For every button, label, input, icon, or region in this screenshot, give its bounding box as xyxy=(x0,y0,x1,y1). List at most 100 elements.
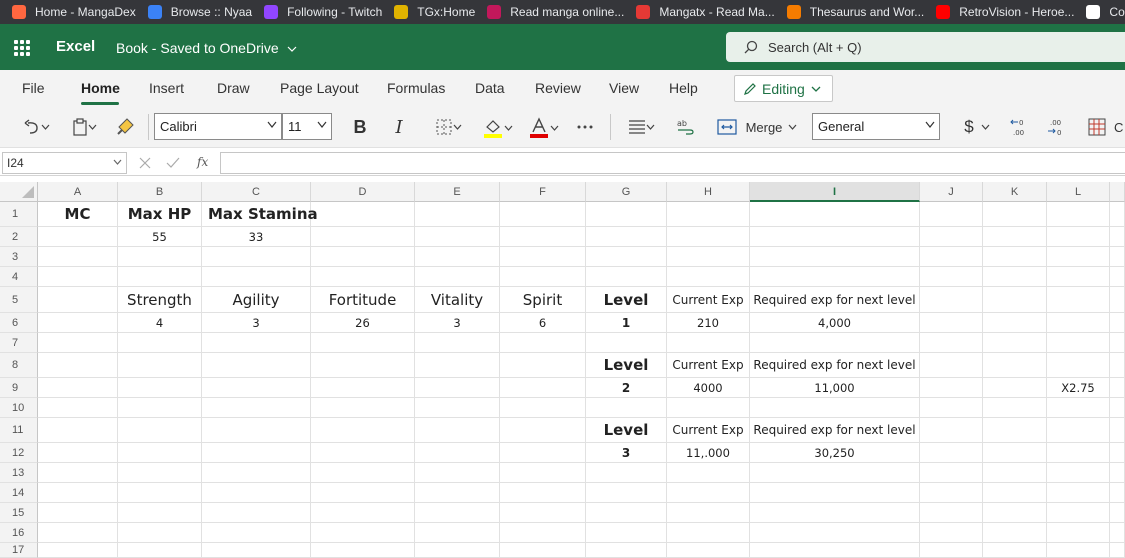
app-name[interactable]: Excel xyxy=(56,38,95,55)
cell-m5[interactable] xyxy=(1110,287,1125,313)
cell-i12[interactable]: 30,250 xyxy=(750,443,920,463)
cell-k15[interactable] xyxy=(983,503,1047,523)
cell-j7[interactable] xyxy=(920,333,983,353)
cell-j3[interactable] xyxy=(920,247,983,267)
cell-b7[interactable] xyxy=(118,333,202,353)
font-size-select[interactable]: 11 xyxy=(282,113,332,140)
cell-g11[interactable]: Level xyxy=(586,418,667,443)
cell-j1[interactable] xyxy=(920,202,983,227)
cell-e2[interactable] xyxy=(415,227,500,247)
cell-h8[interactable]: Current Exp xyxy=(667,353,750,378)
row-header-15[interactable]: 15 xyxy=(0,503,38,523)
cell-a9[interactable] xyxy=(38,378,118,398)
cell-h9[interactable]: 4000 xyxy=(667,378,750,398)
cell-i5[interactable]: Required exp for next level xyxy=(750,287,920,313)
italic-button[interactable]: I xyxy=(389,115,409,139)
cell-i13[interactable] xyxy=(750,463,920,483)
cell-h2[interactable] xyxy=(667,227,750,247)
cell-j16[interactable] xyxy=(920,523,983,543)
cell-k1[interactable] xyxy=(983,202,1047,227)
tab-insert[interactable]: Insert xyxy=(149,80,184,96)
cell-l9[interactable]: X2.75 xyxy=(1047,378,1110,398)
cell-d17[interactable] xyxy=(311,543,415,558)
row-header-7[interactable]: 7 xyxy=(0,333,38,353)
cell-e12[interactable] xyxy=(415,443,500,463)
cell-c15[interactable] xyxy=(202,503,311,523)
cell-l13[interactable] xyxy=(1047,463,1110,483)
cell-f10[interactable] xyxy=(500,398,586,418)
cell-m6[interactable] xyxy=(1110,313,1125,333)
cell-g1[interactable] xyxy=(586,202,667,227)
tab-draw[interactable]: Draw xyxy=(217,80,250,96)
row-header-17[interactable]: 17 xyxy=(0,543,38,558)
align-button[interactable] xyxy=(622,117,660,137)
bookmark-item[interactable]: Con xyxy=(1086,5,1125,19)
row-header-6[interactable]: 6 xyxy=(0,313,38,333)
cell-b15[interactable] xyxy=(118,503,202,523)
bookmark-item[interactable]: Browse :: Nyaa xyxy=(147,5,252,19)
cell-k14[interactable] xyxy=(983,483,1047,503)
row-header-1[interactable]: 1 xyxy=(0,202,38,227)
cell-l1[interactable] xyxy=(1047,202,1110,227)
cell-e8[interactable] xyxy=(415,353,500,378)
cell-b10[interactable] xyxy=(118,398,202,418)
cell-f9[interactable] xyxy=(500,378,586,398)
cell-l10[interactable] xyxy=(1047,398,1110,418)
cell-l3[interactable] xyxy=(1047,247,1110,267)
column-header-a[interactable]: A xyxy=(38,182,118,202)
conditional-format-button[interactable] xyxy=(1087,117,1107,137)
decrease-decimal-button[interactable]: .00 0 xyxy=(1044,115,1068,139)
cell-c3[interactable] xyxy=(202,247,311,267)
cell-l8[interactable] xyxy=(1047,353,1110,378)
cell-f13[interactable] xyxy=(500,463,586,483)
cell-a17[interactable] xyxy=(38,543,118,558)
row-header-3[interactable]: 3 xyxy=(0,247,38,267)
cell-a1[interactable]: MC xyxy=(38,202,118,227)
cell-j8[interactable] xyxy=(920,353,983,378)
cell-c12[interactable] xyxy=(202,443,311,463)
cell-i16[interactable] xyxy=(750,523,920,543)
cell-i6[interactable]: 4,000 xyxy=(750,313,920,333)
bookmark-item[interactable]: Thesaurus and Wor... xyxy=(786,5,924,19)
cell-i3[interactable] xyxy=(750,247,920,267)
cell-i4[interactable] xyxy=(750,267,920,287)
cell-k4[interactable] xyxy=(983,267,1047,287)
tab-formulas[interactable]: Formulas xyxy=(387,80,445,96)
cell-l17[interactable] xyxy=(1047,543,1110,558)
cell-e11[interactable] xyxy=(415,418,500,443)
cell-j5[interactable] xyxy=(920,287,983,313)
cell-l2[interactable] xyxy=(1047,227,1110,247)
cell-m3[interactable] xyxy=(1110,247,1125,267)
column-header-b[interactable]: B xyxy=(118,182,202,202)
cell-d4[interactable] xyxy=(311,267,415,287)
cell-g8[interactable]: Level xyxy=(586,353,667,378)
format-painter-button[interactable] xyxy=(114,116,138,138)
cell-a10[interactable] xyxy=(38,398,118,418)
cell-d5[interactable]: Fortitude xyxy=(311,287,415,313)
cell-i8[interactable]: Required exp for next level xyxy=(750,353,920,378)
cell-k12[interactable] xyxy=(983,443,1047,463)
cell-g7[interactable] xyxy=(586,333,667,353)
cell-j13[interactable] xyxy=(920,463,983,483)
cell-c4[interactable] xyxy=(202,267,311,287)
cell-e1[interactable] xyxy=(415,202,500,227)
cell-m2[interactable] xyxy=(1110,227,1125,247)
cell-a3[interactable] xyxy=(38,247,118,267)
cell-l11[interactable] xyxy=(1047,418,1110,443)
cell-g16[interactable] xyxy=(586,523,667,543)
font-color-button[interactable] xyxy=(523,116,563,140)
cell-a4[interactable] xyxy=(38,267,118,287)
cell-k7[interactable] xyxy=(983,333,1047,353)
cell-b4[interactable] xyxy=(118,267,202,287)
cell-l5[interactable] xyxy=(1047,287,1110,313)
select-all-corner[interactable] xyxy=(0,182,38,202)
row-header-9[interactable]: 9 xyxy=(0,378,38,398)
confirm-icon[interactable] xyxy=(166,157,180,169)
cell-e9[interactable] xyxy=(415,378,500,398)
cell-h12[interactable]: 11,.000 xyxy=(667,443,750,463)
increase-decimal-button[interactable]: 0.00 xyxy=(1007,115,1031,139)
cell-b17[interactable] xyxy=(118,543,202,558)
cell-a8[interactable] xyxy=(38,353,118,378)
row-header-16[interactable]: 16 xyxy=(0,523,38,543)
cell-a5[interactable] xyxy=(38,287,118,313)
